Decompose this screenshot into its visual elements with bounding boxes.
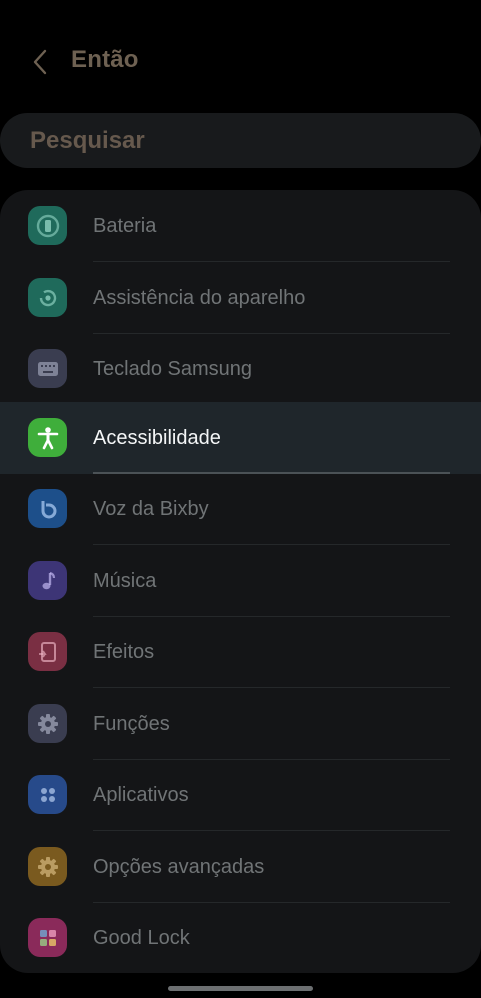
list-item-good-lock[interactable]: Good Lock — [0, 902, 481, 973]
item-label: Good Lock — [93, 927, 190, 949]
good-lock-icon — [28, 918, 67, 957]
list-item-teclado-samsung[interactable]: Teclado Samsung — [0, 333, 481, 405]
item-label: Funções — [93, 713, 170, 735]
list-item-opcoes-avancadas[interactable]: Opções avançadas — [0, 831, 481, 903]
item-label: Música — [93, 570, 157, 592]
page-title: Então — [71, 46, 139, 73]
keyboard-icon — [28, 349, 67, 388]
item-label: Assistência do aparelho — [93, 287, 306, 309]
item-label: Aplicativos — [93, 784, 189, 806]
back-button[interactable] — [24, 46, 56, 78]
app-bar: Então — [0, 36, 481, 86]
home-indicator[interactable] — [168, 986, 313, 991]
gear-icon — [28, 704, 67, 743]
item-label: Acessibilidade — [93, 427, 221, 449]
search-query-text: Pesquisar — [30, 126, 145, 154]
accessibility-icon — [28, 418, 67, 457]
item-label: Teclado Samsung — [93, 358, 252, 380]
apps-icon — [28, 775, 67, 814]
item-label: Efeitos — [93, 641, 155, 663]
list-item-aplicativos[interactable]: Aplicativos — [0, 759, 481, 831]
settings-list: Bateria Assistência do aparelho Teclado … — [0, 190, 481, 973]
device-care-icon — [28, 278, 67, 317]
list-item-funcoes[interactable]: Funções — [0, 688, 481, 760]
music-note-icon — [28, 561, 67, 600]
bixby-icon — [28, 489, 67, 528]
battery-icon — [28, 206, 67, 245]
chevron-left-icon — [33, 49, 47, 75]
list-item-acessibilidade[interactable]: Acessibilidade — [0, 402, 481, 474]
search-input[interactable]: Pesquisar — [0, 113, 481, 168]
list-item-musica[interactable]: Música — [0, 545, 481, 617]
item-label: Opções avançadas — [93, 856, 265, 878]
list-item-efeitos[interactable]: Efeitos — [0, 616, 481, 688]
effects-icon — [28, 632, 67, 671]
list-item-voz-da-bixby[interactable]: Voz da Bixby — [0, 473, 481, 545]
list-item-assistencia-do-aparelho[interactable]: Assistência do aparelho — [0, 262, 481, 334]
list-item-bateria[interactable]: Bateria — [0, 190, 481, 262]
item-label: Bateria — [93, 215, 157, 237]
settings-search-screen: Então Pesquisar Bateria Assistência do a… — [0, 0, 481, 998]
item-label: Voz da Bixby — [93, 498, 209, 520]
advanced-gear-icon — [28, 847, 67, 886]
